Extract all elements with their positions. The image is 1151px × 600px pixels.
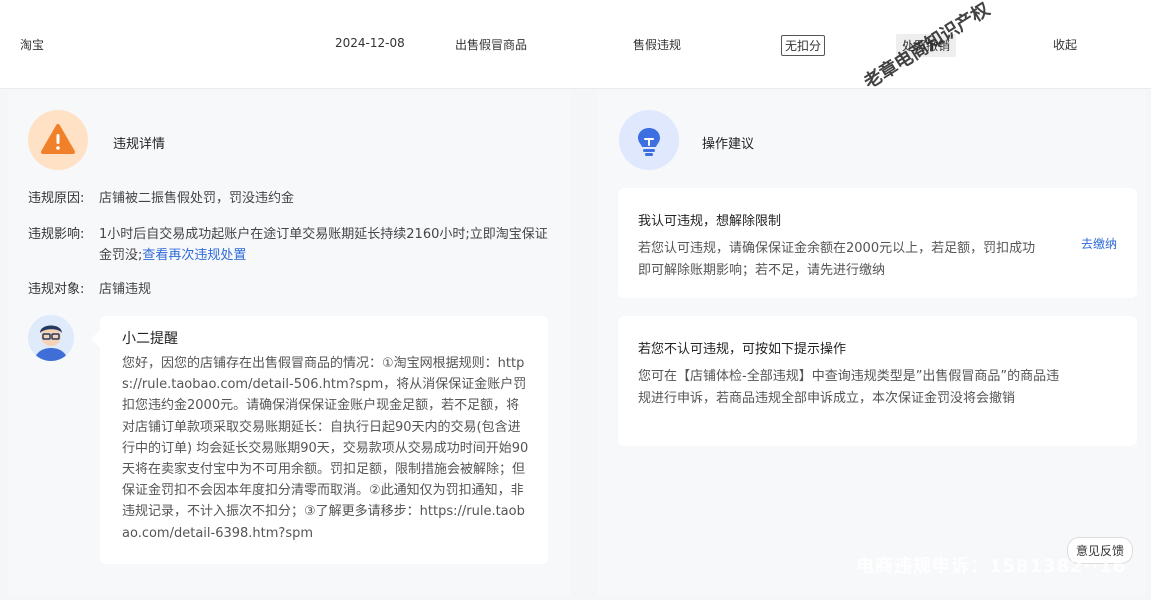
reason-label: 违规原因: bbox=[28, 191, 85, 206]
appeal-card: 若您不认可违规，可按如下提示操作 您可在【店铺体检-全部违规】中查询违规类型是”… bbox=[618, 316, 1137, 446]
warning-icon bbox=[28, 110, 88, 170]
pay-button[interactable]: 去缴纳 bbox=[1081, 235, 1117, 252]
collapse-link[interactable]: 收起 bbox=[1053, 36, 1077, 53]
violation-date: 2024-12-08 bbox=[335, 36, 405, 50]
deduct-badge: 无扣分 bbox=[781, 35, 826, 56]
violation-detail-panel: 违规详情 违规原因: 店铺被二振售假处罚，罚没违约金 违规影响: 1小时后自交易… bbox=[8, 90, 571, 595]
target-label: 违规对象: bbox=[28, 282, 85, 297]
view-repeat-violation-link[interactable]: 查看再次违规处置 bbox=[142, 248, 246, 263]
violation-type: 出售假冒商品 bbox=[455, 38, 528, 52]
reminder-title: 小二提醒 bbox=[122, 331, 178, 347]
suggestion-panel: 操作建议 我认可违规，想解除限制 若您认可违规，请确保保证金余额在2000元以上… bbox=[597, 90, 1146, 595]
platform-label: 淘宝 bbox=[20, 38, 45, 52]
violation-category: 售假违规 bbox=[633, 38, 682, 52]
accept-card-title: 我认可违规，想解除限制 bbox=[638, 214, 782, 229]
appeal-card-title: 若您不认可违规，可按如下提示操作 bbox=[638, 342, 847, 357]
watermark-bottom: 电商违规申诉：1581382··16 bbox=[856, 556, 1127, 577]
lightbulb-icon bbox=[619, 110, 679, 170]
target-value: 店铺违规 bbox=[99, 282, 152, 297]
impact-text: 1小时后自交易成功起账户在途订单交易账期延长持续2160小时;立即淘宝保证金罚没… bbox=[99, 224, 549, 266]
reminder-bubble: 小二提醒 您好，因您的店铺存在出售假冒商品的情况：①淘宝网根据规则：https:… bbox=[91, 316, 548, 564]
accept-violation-card: 我认可违规，想解除限制 若您认可违规，请确保保证金余额在2000元以上，若足额，… bbox=[618, 188, 1137, 298]
avatar bbox=[28, 315, 74, 361]
violation-detail-title: 违规详情 bbox=[113, 137, 166, 152]
reminder-body: 您好，因您的店铺存在出售假冒商品的情况：①淘宝网根据规则：https://rul… bbox=[122, 356, 529, 541]
appeal-card-body: 您可在【店铺体检-全部违规】中查询违规类型是”出售假冒商品”的商品违规进行申诉，… bbox=[638, 369, 1060, 406]
accept-card-body: 若您认可违规，请确保保证金余额在2000元以上，若足额，罚扣成功即可解除账期影响… bbox=[638, 241, 1036, 278]
reason-value: 店铺被二振售假处罚，罚没违约金 bbox=[99, 191, 295, 206]
suggestion-title: 操作建议 bbox=[702, 137, 755, 152]
impact-label: 违规影响: bbox=[28, 227, 85, 242]
